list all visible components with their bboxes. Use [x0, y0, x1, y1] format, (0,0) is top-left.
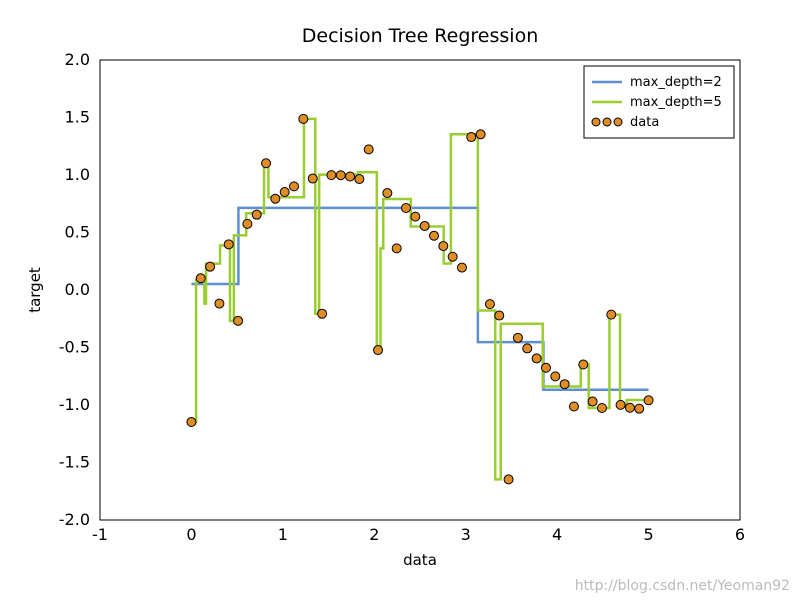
data-point	[224, 240, 233, 249]
ytick-label: 1.0	[65, 165, 90, 184]
series-max_depth=5	[191, 119, 648, 480]
ytick-label: -0.5	[59, 338, 90, 357]
data-point	[588, 397, 597, 406]
xtick-label: 5	[643, 525, 653, 544]
data-point	[411, 212, 420, 221]
data-point	[336, 171, 345, 180]
data-point	[457, 263, 466, 272]
legend-label: max_depth=5	[630, 95, 722, 110]
xtick-label: 1	[278, 525, 288, 544]
data-point	[523, 344, 532, 353]
legend-swatch	[603, 118, 611, 126]
data-point	[271, 194, 280, 203]
data-point	[513, 333, 522, 342]
data-point	[541, 363, 550, 372]
data-point	[485, 300, 494, 309]
plot-layer	[187, 114, 653, 484]
data-point	[644, 396, 653, 405]
data-point	[635, 404, 644, 413]
data-point	[280, 188, 289, 197]
data-point	[569, 402, 578, 411]
ytick-label: 0.5	[65, 223, 90, 242]
data-point	[299, 114, 308, 123]
data-point	[215, 299, 224, 308]
data-point	[532, 354, 541, 363]
xtick-label: 4	[552, 525, 562, 544]
data-point	[551, 372, 560, 381]
data-point	[476, 130, 485, 139]
data-point	[504, 475, 513, 484]
xtick-label: 2	[369, 525, 379, 544]
data-point	[355, 175, 364, 184]
data-point	[429, 231, 438, 240]
data-point	[346, 172, 355, 181]
legend-swatch	[592, 118, 600, 126]
data-point	[607, 310, 616, 319]
x-axis-label: data	[403, 551, 437, 569]
data-point	[196, 274, 205, 283]
data-point	[327, 171, 336, 180]
data-point	[616, 400, 625, 409]
data-point	[439, 242, 448, 251]
data-point	[392, 244, 401, 253]
data-point	[495, 311, 504, 320]
data-point	[383, 189, 392, 198]
data-point	[318, 309, 327, 318]
ytick-label: -2.0	[59, 510, 90, 529]
data-point	[597, 403, 606, 412]
legend: max_depth=2 max_depth=5data	[584, 66, 734, 138]
data-point	[187, 418, 196, 427]
data-point	[420, 221, 429, 230]
chart: -1 0 1 2 3 4 5 6 -2.0 -1.5 -1.0 -0.5 0.0 0.5 1.0 1.5 2.0…	[0, 0, 800, 600]
legend-label: max_depth=2	[630, 75, 722, 90]
data-point	[206, 262, 215, 271]
data-point	[290, 182, 299, 191]
legend-swatch	[614, 118, 622, 126]
data-point	[243, 219, 252, 228]
data-point	[467, 133, 476, 142]
data-point	[234, 316, 243, 325]
data-point	[262, 159, 271, 168]
watermark: http://blog.csdn.net/Yeoman92	[575, 578, 790, 594]
legend-label: data	[630, 115, 659, 130]
data-point	[252, 210, 261, 219]
ytick-label: 1.5	[65, 108, 90, 127]
ytick-label: -1.0	[59, 395, 90, 414]
y-axis-label: target	[26, 267, 44, 313]
ytick-label: -1.5	[59, 453, 90, 472]
data-point	[625, 403, 634, 412]
data-point	[579, 360, 588, 369]
chart-title: Decision Tree Regression	[302, 25, 538, 47]
data-point	[560, 380, 569, 389]
ytick-label: 2.0	[65, 50, 90, 69]
data-point	[402, 204, 411, 213]
xtick-label: 0	[186, 525, 196, 544]
xtick-label: -1	[92, 525, 108, 544]
data-point	[308, 174, 317, 183]
data-point	[364, 145, 373, 154]
xtick-label: 3	[461, 525, 471, 544]
ytick-label: 0.0	[65, 280, 90, 299]
xtick-label: 6	[735, 525, 745, 544]
data-point	[448, 252, 457, 261]
data-point	[374, 346, 383, 355]
